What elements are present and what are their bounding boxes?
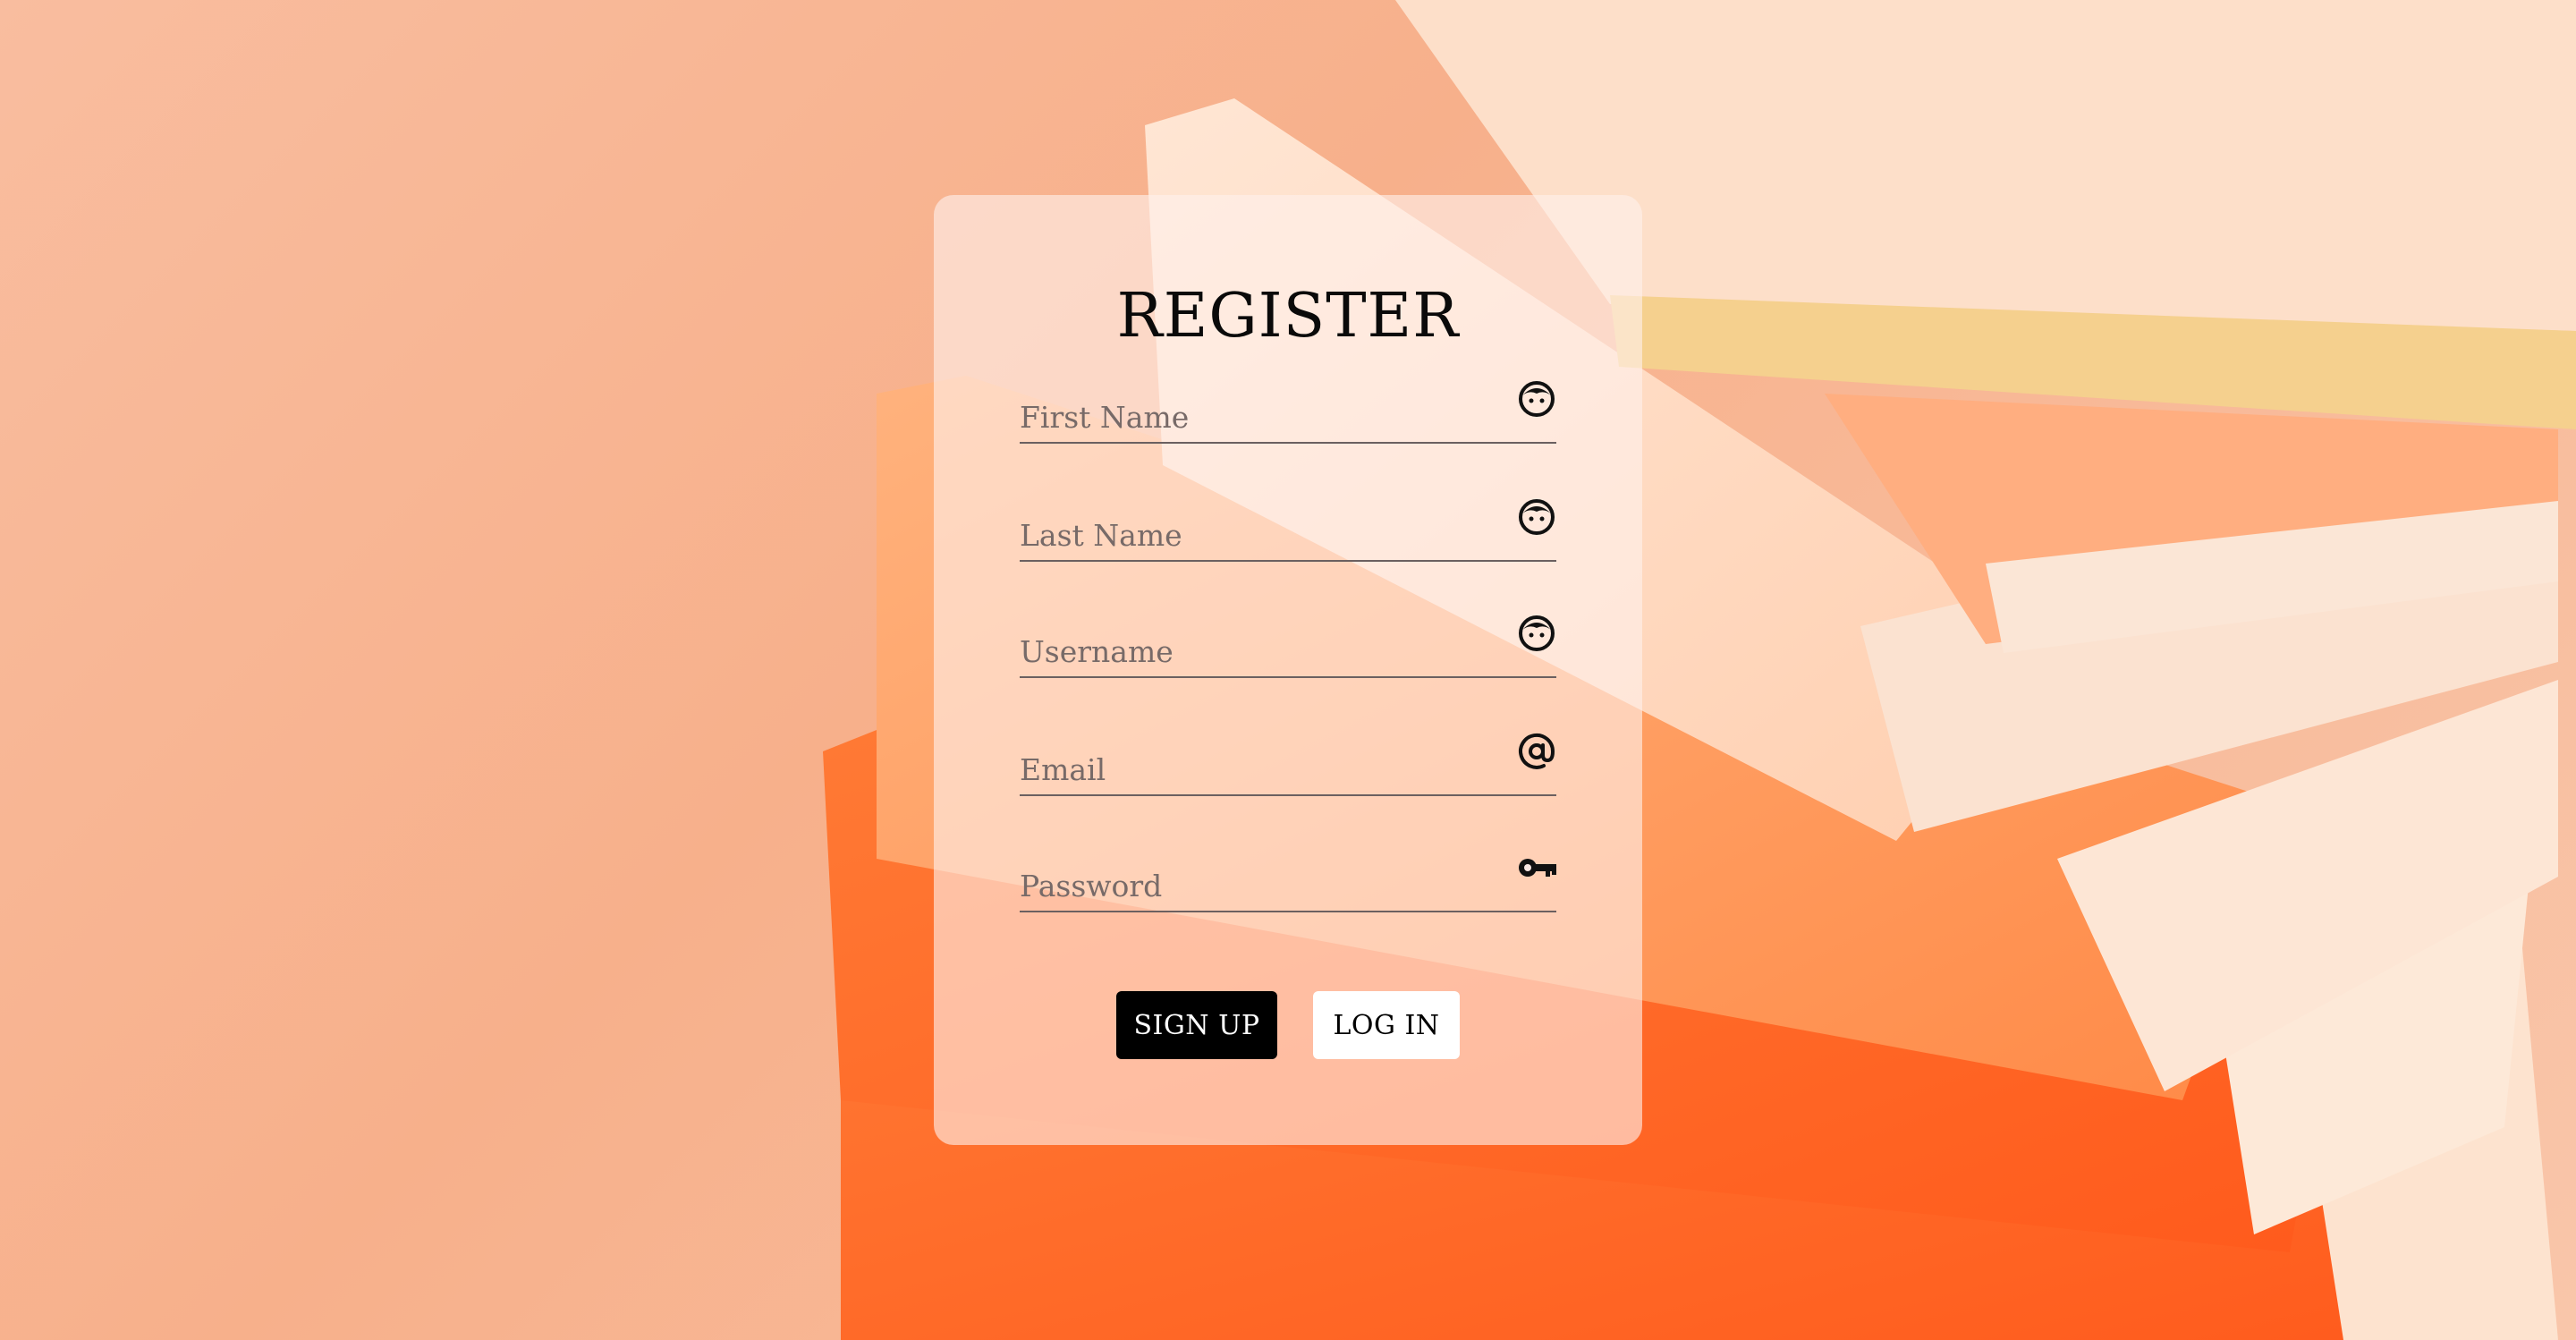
- at-sign-icon: [1519, 733, 1555, 769]
- key-icon: [1519, 859, 1556, 877]
- password-input[interactable]: [1020, 869, 1485, 903]
- email-input[interactable]: [1020, 752, 1485, 787]
- last-name-input[interactable]: [1020, 518, 1485, 553]
- face-icon: [1519, 499, 1555, 535]
- username-field: [1020, 605, 1556, 678]
- last-name-field: [1020, 488, 1556, 562]
- email-field: [1020, 723, 1556, 796]
- face-icon: [1519, 381, 1555, 417]
- register-title: REGISTER: [1116, 281, 1460, 352]
- first-name-input[interactable]: [1020, 400, 1485, 435]
- sign-up-button[interactable]: SIGN UP: [1116, 991, 1277, 1059]
- register-card: REGISTER First Name Last Name Username E…: [934, 195, 1642, 1145]
- log-in-button[interactable]: LOG IN: [1313, 991, 1460, 1059]
- face-icon: [1519, 615, 1555, 651]
- first-name-field: [1020, 370, 1556, 444]
- password-field: [1020, 839, 1556, 912]
- action-buttons: SIGN UP LOG IN: [934, 991, 1642, 1059]
- username-input[interactable]: [1020, 634, 1485, 669]
